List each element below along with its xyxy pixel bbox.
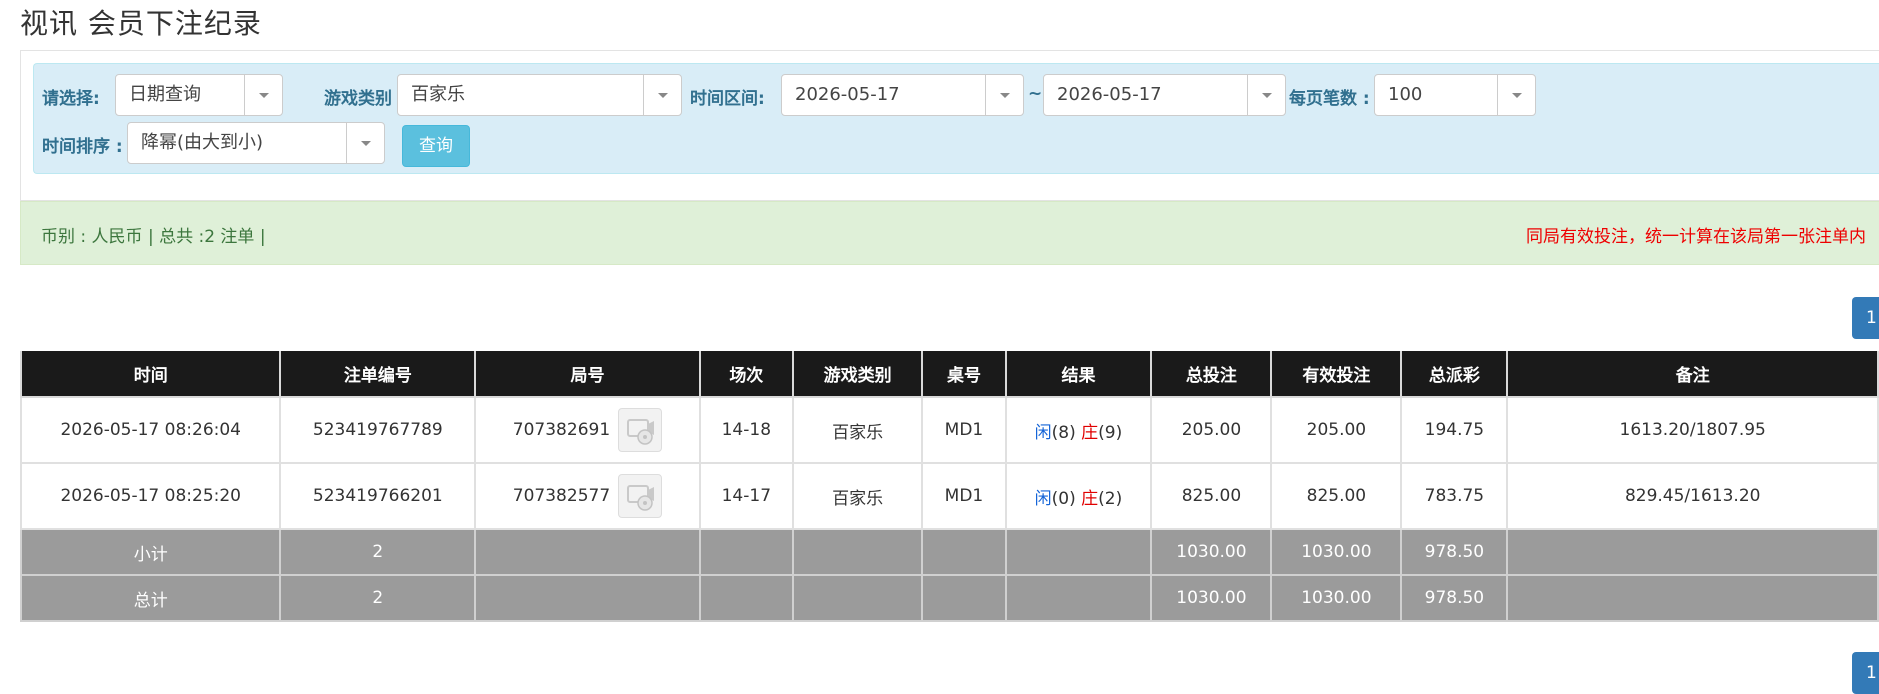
- subtotal-total-bet: 1030.00: [1150, 528, 1273, 576]
- date-from-select[interactable]: 2026-05-17: [781, 74, 1024, 116]
- chevron-down-icon[interactable]: [244, 75, 282, 115]
- date-range-separator: ~: [1028, 84, 1043, 104]
- subtotal-label: 小计: [19, 528, 282, 576]
- filter-panel: 请选择: 日期查询 游戏类别 百家乐 时间区间: 2026-05-17 ~ 20…: [20, 50, 1879, 201]
- per-page-value: 100: [1388, 84, 1423, 105]
- sort-value: 降幂(由大到小): [141, 132, 264, 153]
- header-time: 时间: [19, 351, 282, 398]
- cell-time: 2026-05-17 08:26:04: [19, 396, 282, 464]
- date-to-value: 2026-05-17: [1057, 84, 1162, 105]
- header-note: 备注: [1506, 351, 1879, 398]
- time-range-label: 时间区间:: [690, 89, 765, 109]
- result-banker-value: (9): [1098, 422, 1123, 443]
- sort-label: 时间排序 :: [42, 137, 123, 157]
- result-banker-label: 庄: [1081, 422, 1099, 443]
- video-replay-icon[interactable]: [618, 408, 663, 452]
- header-session: 场次: [698, 351, 794, 398]
- cell-table-no: MD1: [921, 462, 1007, 530]
- grandtotal-label: 总计: [19, 574, 282, 622]
- grandtotal-payout: 978.50: [1400, 574, 1509, 622]
- grandtotal-count: 2: [279, 574, 477, 622]
- game-type-value: 百家乐: [411, 84, 465, 105]
- cell-total-bet-link[interactable]: 825.00: [1150, 462, 1273, 530]
- header-valid-bet: 有效投注: [1270, 351, 1403, 398]
- cell-valid-bet: 825.00: [1270, 462, 1403, 530]
- header-payout: 总派彩: [1400, 351, 1509, 398]
- summary-notice: 同局有效投注，统一计算在该局第一张注单内: [1526, 227, 1866, 247]
- cell-session: 14-18: [698, 396, 794, 464]
- round-no-text: 707382577: [512, 486, 611, 506]
- header-game-type: 游戏类别: [791, 351, 924, 398]
- game-type-select[interactable]: 百家乐: [397, 74, 682, 116]
- cell-valid-bet: 205.00: [1270, 396, 1403, 464]
- query-type-select[interactable]: 日期查询: [115, 74, 283, 116]
- cell-note: 829.45/1613.20: [1506, 462, 1879, 530]
- result-player-label: 闲: [1034, 422, 1052, 443]
- pagination-page-1[interactable]: 1: [1852, 297, 1879, 339]
- header-bet-id: 注单编号: [279, 351, 477, 398]
- chevron-down-icon[interactable]: [1247, 75, 1285, 115]
- game-type-label: 游戏类别: [324, 89, 392, 109]
- subtotal-row: 小计 2 1030.00 1030.00 978.50: [19, 528, 1879, 576]
- cell-result: 闲(0) 庄(2): [1004, 462, 1153, 530]
- cell-game: 百家乐: [791, 396, 924, 464]
- header-round-no: 局号: [474, 351, 701, 398]
- chevron-down-icon[interactable]: [346, 123, 384, 163]
- grandtotal-row: 总计 2 1030.00 1030.00 978.50: [19, 574, 1879, 622]
- result-player-value: (0): [1051, 488, 1076, 509]
- header-result: 结果: [1004, 351, 1153, 398]
- grandtotal-valid-bet: 1030.00: [1270, 574, 1403, 622]
- round-no-text: 707382691: [512, 420, 611, 440]
- cell-total-bet-link[interactable]: 205.00: [1150, 396, 1273, 464]
- per-page-label: 每页笔数 :: [1289, 89, 1370, 109]
- grandtotal-total-bet: 1030.00: [1150, 574, 1273, 622]
- cell-result: 闲(8) 庄(9): [1004, 396, 1153, 464]
- per-page-select[interactable]: 100: [1374, 74, 1536, 116]
- date-to-select[interactable]: 2026-05-17: [1043, 74, 1286, 116]
- cell-table-no: MD1: [921, 396, 1007, 464]
- cell-session: 14-17: [698, 462, 794, 530]
- filter-box: 请选择: 日期查询 游戏类别 百家乐 时间区间: 2026-05-17 ~ 20…: [33, 63, 1879, 174]
- pagination-page-1-bottom[interactable]: 1: [1852, 652, 1879, 694]
- cell-game: 百家乐: [791, 462, 924, 530]
- cell-time: 2026-05-17 08:25:20: [19, 462, 282, 530]
- video-replay-icon[interactable]: [618, 474, 663, 518]
- chevron-down-icon[interactable]: [643, 75, 681, 115]
- table-header-row: 时间 注单编号 局号 场次 游戏类别 桌号 结果 总投注 有效投注 总派彩 备注: [19, 351, 1879, 398]
- summary-bar: 币别 : 人民币 | 总共 :2 注单 | 同局有效投注，统一计算在该局第一张注…: [20, 201, 1879, 265]
- header-total-bet: 总投注: [1150, 351, 1273, 398]
- summary-info: 币别 : 人民币 | 总共 :2 注单 |: [41, 227, 266, 247]
- cell-payout: 194.75: [1400, 396, 1509, 464]
- chevron-down-icon[interactable]: [985, 75, 1023, 115]
- cell-round-no: 707382691: [474, 396, 701, 464]
- subtotal-payout: 978.50: [1400, 528, 1509, 576]
- query-button[interactable]: 查询: [402, 125, 470, 167]
- select-label: 请选择:: [42, 89, 100, 109]
- sort-select[interactable]: 降幂(由大到小): [127, 122, 385, 164]
- date-from-value: 2026-05-17: [795, 84, 900, 105]
- cell-bet-id: 523419766201: [279, 462, 477, 530]
- cell-note: 1613.20/1807.95: [1506, 396, 1879, 464]
- result-banker-value: (2): [1098, 488, 1123, 509]
- bet-record-table: 时间 注单编号 局号 场次 游戏类别 桌号 结果 总投注 有效投注 总派彩 备注…: [19, 351, 1879, 622]
- cell-bet-id: 523419767789: [279, 396, 477, 464]
- result-player-label: 闲: [1034, 488, 1052, 509]
- table-row: 2026-05-17 08:26:04 523419767789 7073826…: [19, 396, 1879, 464]
- chevron-down-icon[interactable]: [1497, 75, 1535, 115]
- subtotal-valid-bet: 1030.00: [1270, 528, 1403, 576]
- query-type-value: 日期查询: [129, 84, 201, 105]
- cell-round-no: 707382577: [474, 462, 701, 530]
- result-banker-label: 庄: [1081, 488, 1099, 509]
- header-table-no: 桌号: [921, 351, 1007, 398]
- cell-payout: 783.75: [1400, 462, 1509, 530]
- page-title: 视讯 会员下注纪录: [20, 7, 262, 40]
- subtotal-count: 2: [279, 528, 477, 576]
- table-row: 2026-05-17 08:25:20 523419766201 7073825…: [19, 462, 1879, 530]
- result-player-value: (8): [1051, 422, 1076, 443]
